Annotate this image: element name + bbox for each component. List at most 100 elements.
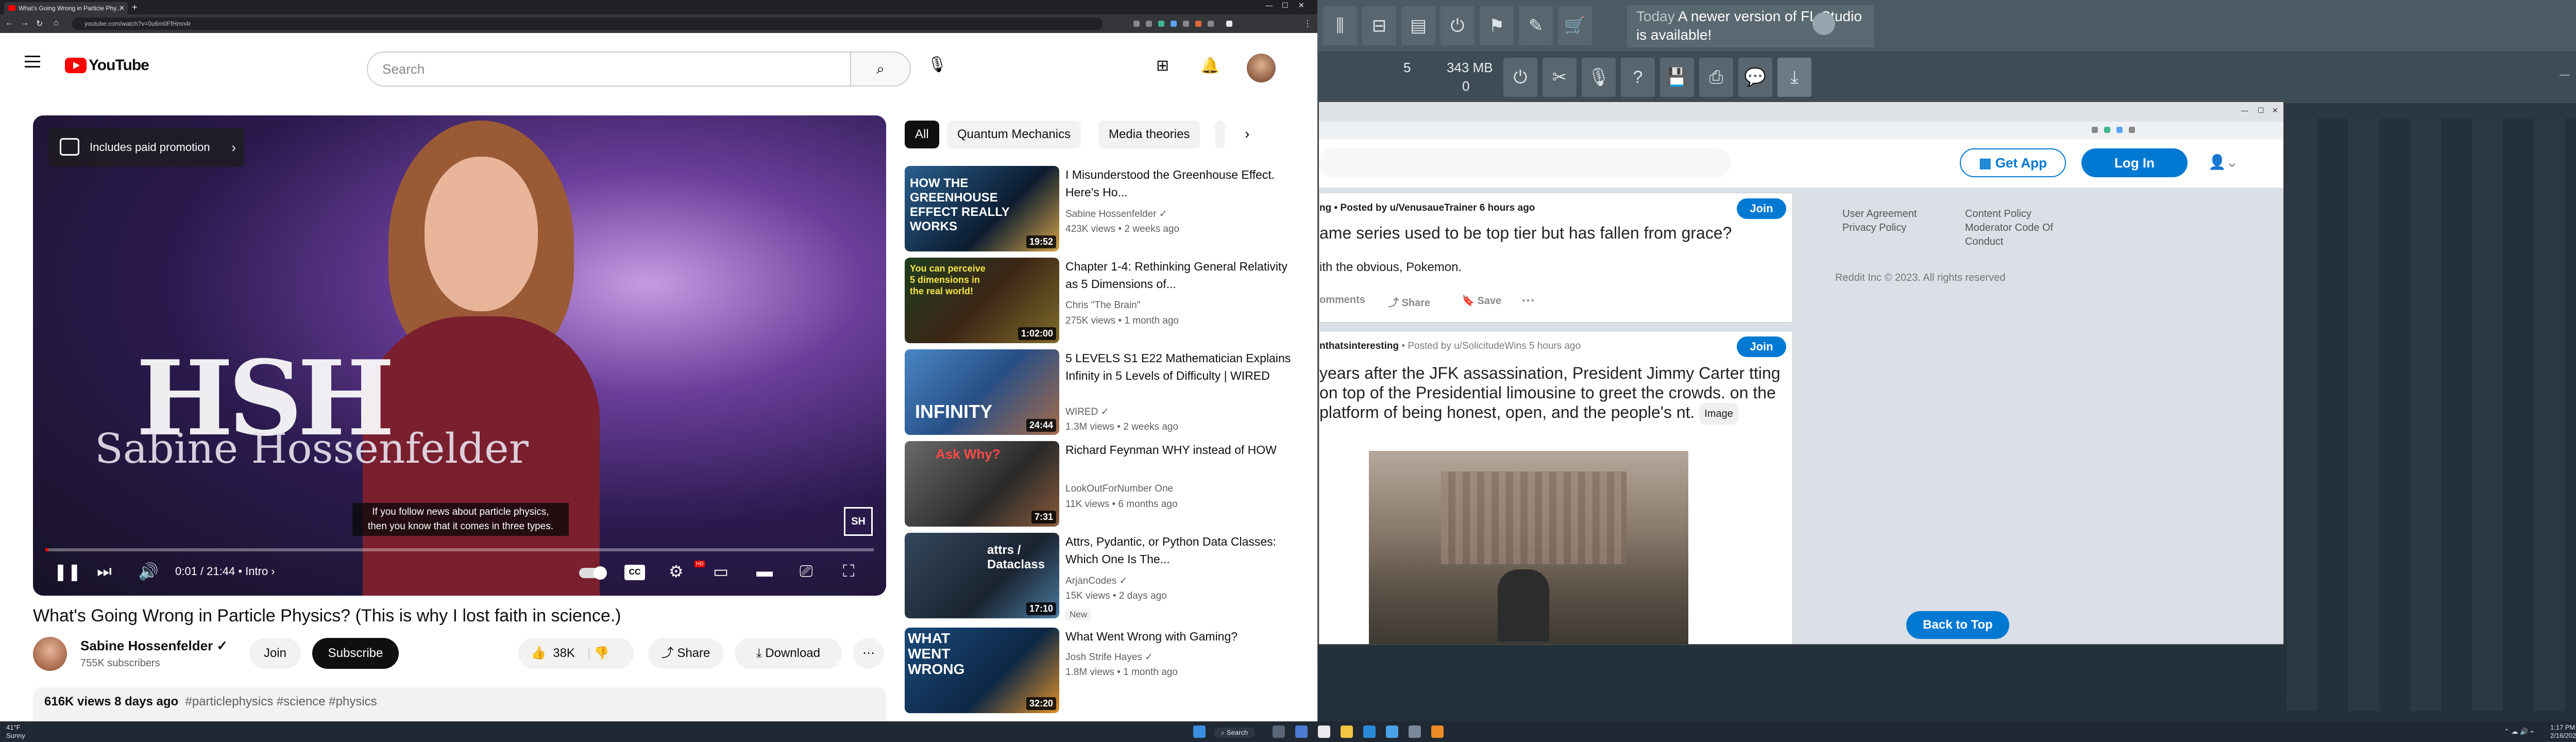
close-tab-icon[interactable]: ✕ [119, 2, 125, 14]
video-player[interactable]: HSH Sabine Hossenfelder Includes paid pr… [33, 115, 886, 596]
shop-icon[interactable]: 🛒 [1558, 6, 1592, 45]
moderator-code-link[interactable]: Moderator Code Of Conduct [1965, 221, 2068, 249]
extension-icon[interactable] [1133, 21, 1140, 27]
mixer-icon[interactable]: ⫼ [1323, 6, 1357, 45]
plugin-icon[interactable]: ⏻ [1440, 6, 1475, 45]
maximize-icon[interactable]: ☐ [2258, 106, 2264, 115]
share-button[interactable]: ⤴ Share [1388, 294, 1430, 309]
clock-date[interactable]: 2/16/2023 [2550, 732, 2576, 739]
reddit-post[interactable]: ng • Posted by u/VenusaueTrainer 6 hours… [1319, 193, 1793, 323]
save-button[interactable]: 🔖 Save [1462, 294, 1501, 307]
taskbar-search[interactable]: ⌕ Search [1214, 728, 1256, 738]
save-icon[interactable]: 💾 [1660, 58, 1694, 97]
recommendation-title[interactable]: I Misunderstood the Greenhouse Effect. H… [1065, 166, 1302, 201]
browser-icon[interactable]: ▤ [1401, 6, 1435, 45]
hashtags[interactable]: #particlephysics #science #physics [185, 695, 377, 709]
download-button[interactable]: ⤓ Download [735, 638, 842, 669]
playlist-grid[interactable] [2286, 119, 2576, 711]
recommendation-title[interactable]: Richard Feynman WHY instead of HOW [1065, 441, 1302, 459]
recommendation-item[interactable]: attrs / Dataclass 17:10 Attrs, Pydantic,… [905, 533, 1307, 620]
home-icon[interactable]: ⌂ [54, 19, 59, 28]
extension-icon[interactable] [1195, 21, 1201, 27]
miniplayer-icon[interactable]: ▭ [713, 562, 728, 581]
meet-icon[interactable] [1295, 726, 1308, 738]
extension-icon[interactable] [1183, 21, 1189, 27]
recommendation-title[interactable]: Chapter 1-4: Rethinking General Relativi… [1065, 258, 1302, 293]
post-title[interactable]: ame series used to be top tier but has f… [1319, 223, 1783, 243]
recommendation-channel[interactable]: LookOutForNumber One [1065, 483, 1173, 495]
recommendation-title[interactable]: 5 LEVELS S1 E22 Mathematician Explains I… [1065, 349, 1302, 384]
chapter-label[interactable]: • Intro › [238, 565, 275, 578]
theater-mode-icon[interactable]: ▬ [756, 562, 773, 581]
post-image[interactable] [1369, 451, 1688, 644]
extension-icon[interactable] [1171, 21, 1177, 27]
get-app-button[interactable]: ▦ Get App [1960, 148, 2066, 177]
tempo-icon[interactable]: ⚑ [1480, 6, 1514, 45]
record-mic-icon[interactable]: 🎙 [1582, 58, 1616, 97]
recommendation-item[interactable]: WHAT WENT WRONG 32:20 What Went Wrong wi… [905, 628, 1307, 715]
start-windows-icon[interactable] [1193, 726, 1206, 738]
more-options-icon[interactable]: ⋯ [1521, 292, 1535, 308]
metronome-icon[interactable]: ⏻ [1503, 58, 1537, 97]
autoplay-toggle[interactable] [579, 566, 607, 580]
reload-icon[interactable]: ↻ [36, 19, 43, 29]
edge-icon[interactable] [1386, 726, 1398, 738]
notifications-bell-icon[interactable]: 🔔 [1200, 57, 1219, 75]
recommendation-channel[interactable]: Chris "The Brain" [1065, 300, 1140, 311]
thumbs-down-icon[interactable]: 👎 [594, 646, 609, 660]
extension-icon[interactable] [2129, 127, 2135, 133]
recommendation-item[interactable]: HOW THE GREENHOUSE EFFECT REALLY WORKS 1… [905, 166, 1307, 254]
new-tab-button[interactable]: + [132, 2, 138, 13]
search-input[interactable]: Search [367, 52, 851, 87]
volume-icon[interactable]: 🔊 [138, 562, 159, 581]
video-thumbnail[interactable]: Ask Why? 7:31 [905, 441, 1059, 527]
recommendation-item[interactable]: Ask Why? 7:31 Richard Feynman WHY instea… [905, 441, 1307, 529]
vscode-icon[interactable] [1363, 726, 1376, 738]
back-icon[interactable]: ← [5, 19, 13, 28]
voice-search-icon[interactable]: 🎙 [927, 56, 947, 74]
extension-icon[interactable] [1158, 21, 1164, 27]
reddit-search-input[interactable] [1319, 148, 1731, 177]
paid-promotion-badge[interactable]: Includes paid promotion › [48, 128, 244, 167]
description-box[interactable]: 616K views 8 days ago #particlephysics #… [33, 687, 886, 721]
extension-icon[interactable] [2104, 127, 2110, 133]
video-thumbnail[interactable]: WHAT WENT WRONG 32:20 [905, 628, 1059, 713]
content-policy-link[interactable]: Content Policy [1965, 207, 2068, 221]
subscribe-button[interactable]: Subscribe [312, 638, 399, 669]
progress-bar[interactable] [45, 548, 874, 551]
channel-rack-icon[interactable]: ⊟ [1362, 6, 1396, 45]
help-icon[interactable]: ? [1621, 58, 1655, 97]
more-actions-button[interactable]: ⋯ [853, 638, 884, 669]
address-bar[interactable]: youtube.com/watch?v=0u6m0FfHmn4r [72, 18, 1103, 30]
recommendation-channel[interactable]: WIRED ✓ [1065, 406, 1109, 418]
user-menu-icon[interactable]: 👤⌄ [2208, 154, 2238, 171]
like-button[interactable]: 👍 38K | 👎 [518, 638, 634, 669]
post-title[interactable]: years after the JFK assassination, Presi… [1319, 363, 1783, 425]
task-view-icon[interactable] [1273, 726, 1285, 738]
video-thumbnail[interactable]: HOW THE GREENHOUSE EFFECT REALLY WORKS 1… [905, 166, 1059, 251]
join-button[interactable]: Join [1737, 336, 1786, 357]
settings-gear-icon[interactable]: ⚙ [669, 562, 684, 581]
extension-icon[interactable] [2092, 127, 2098, 133]
chip-partial[interactable] [1215, 121, 1225, 148]
update-news-panel[interactable]: Today A newer version of FL Studio is av… [1627, 5, 1874, 47]
recommendation-channel[interactable]: Sabine Hossenfelder ✓ [1065, 208, 1167, 220]
create-video-icon[interactable]: ⊞ [1156, 57, 1169, 75]
extension-icon[interactable] [1208, 21, 1214, 27]
fullscreen-icon[interactable]: ⛶ [843, 562, 854, 581]
minimize-icon[interactable]: — [2241, 106, 2248, 114]
video-thumbnail[interactable]: INFINITY 24:44 [905, 349, 1059, 435]
back-to-top-button[interactable]: Back to Top [1906, 611, 2009, 639]
chevron-right-icon[interactable]: › [1245, 126, 1249, 142]
video-thumbnail[interactable]: You can perceive 5 dimensions in the rea… [905, 258, 1059, 343]
extension-icon[interactable] [2116, 127, 2123, 133]
cast-icon[interactable]: ⎚ [800, 562, 813, 581]
chat-icon[interactable]: 💬 [1738, 58, 1772, 97]
account-avatar[interactable] [1247, 54, 1276, 82]
youtube-logo[interactable]: YouTube [65, 57, 149, 74]
reddit-post[interactable]: nthatsinteresting • Posted by u/Solicitu… [1319, 331, 1793, 644]
clock-time[interactable]: 1:17 PM [2550, 723, 2575, 731]
maximize-icon[interactable]: ☐ [1282, 1, 1289, 10]
join-button[interactable]: Join [249, 638, 301, 669]
recommendation-item[interactable]: You can perceive 5 dimensions in the rea… [905, 258, 1307, 345]
